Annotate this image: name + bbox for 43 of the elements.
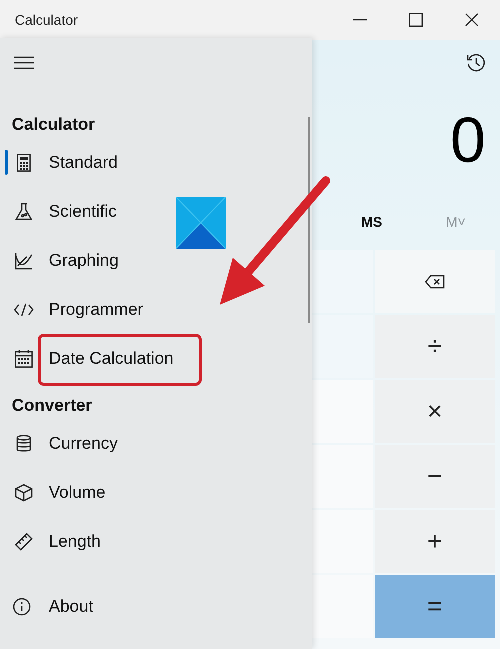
close-icon	[465, 13, 479, 27]
nav-item[interactable]: Volume	[0, 468, 312, 517]
operator-key[interactable]: ×	[375, 380, 495, 443]
keypad-key[interactable]	[312, 250, 373, 313]
backspace-key[interactable]	[375, 250, 495, 313]
memory-button[interactable]: MS	[330, 212, 414, 232]
scrollbar[interactable]	[308, 117, 310, 323]
history-icon	[466, 53, 486, 73]
menu-icon	[14, 56, 34, 70]
keypad-key[interactable]	[312, 380, 373, 443]
section-heading: Converter	[11, 395, 94, 418]
operator-key[interactable]: −	[375, 445, 495, 508]
logo-icon	[176, 197, 226, 249]
keypad-key[interactable]	[312, 315, 373, 378]
section-heading: Calculator	[11, 114, 96, 136]
maximize-icon	[409, 13, 423, 27]
nav-item[interactable]: Currency	[0, 419, 312, 468]
equals-key[interactable]: =	[375, 575, 495, 638]
calendar-icon	[15, 350, 33, 368]
cube-icon	[15, 484, 33, 502]
window-title: Calculator	[15, 10, 78, 30]
keypad-key[interactable]	[312, 575, 373, 638]
nav-item[interactable]: Programmer	[0, 285, 312, 334]
nav-item[interactable]: About	[0, 582, 312, 631]
operator-key[interactable]: ÷	[375, 315, 495, 378]
graph-icon	[15, 252, 33, 270]
ruler-icon	[15, 532, 33, 550]
flask-icon	[15, 202, 33, 220]
code-icon	[14, 302, 34, 316]
nav-item[interactable]: Length	[0, 517, 312, 566]
nav-item[interactable]: Graphing	[0, 236, 312, 285]
coins-icon	[16, 434, 32, 452]
backspace-icon	[425, 274, 445, 288]
calculator-icon	[17, 154, 31, 172]
minimize-icon	[353, 19, 367, 21]
nav-item[interactable]: Scientific	[0, 187, 312, 236]
keypad-key[interactable]	[312, 510, 373, 573]
display-value: 0	[450, 108, 486, 172]
info-icon	[13, 598, 31, 616]
nav-item[interactable]: Date Calculation	[0, 334, 312, 383]
operator-key[interactable]: +	[375, 510, 495, 573]
nav-item[interactable]: Standard	[0, 138, 312, 187]
keypad-key[interactable]	[312, 445, 373, 508]
